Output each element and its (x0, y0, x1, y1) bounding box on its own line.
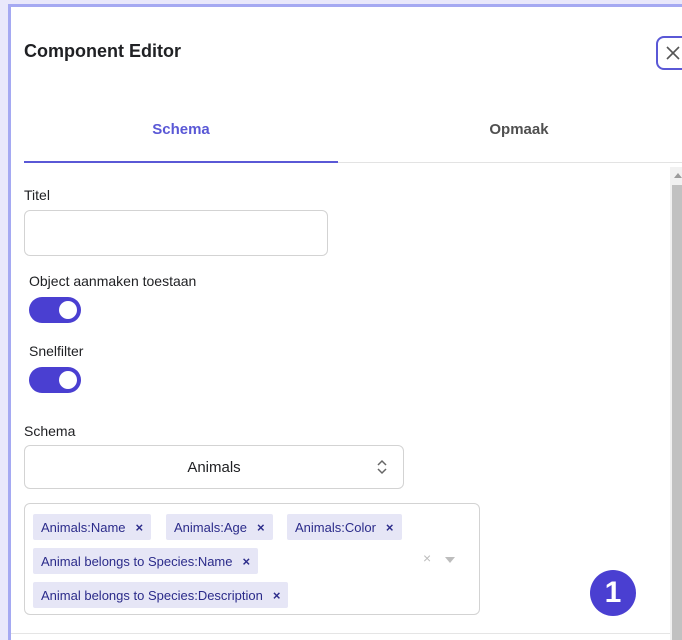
chevron-up-down-icon (377, 459, 387, 475)
dropdown-caret-icon[interactable] (445, 557, 455, 563)
close-icon (666, 46, 680, 60)
dialog-title: Component Editor (24, 41, 181, 61)
remove-chip-icon[interactable]: × (386, 520, 394, 535)
clear-all-icon[interactable]: × (423, 550, 431, 566)
field-chip-label: Animal belongs to Species:Description (41, 587, 263, 603)
scrollbar-thumb[interactable] (672, 185, 682, 640)
field-chip: Animals:Name × (33, 514, 152, 540)
snelfilter-label: Snelfilter (29, 343, 84, 359)
field-chip: Animals:Age × (166, 514, 273, 540)
field-chip: Animal belongs to Species:Name × (33, 548, 259, 574)
snelfilter-toggle[interactable] (29, 367, 81, 393)
toggle-knob (59, 371, 77, 389)
titel-input[interactable] (24, 210, 328, 256)
schema-label: Schema (24, 423, 76, 439)
field-chip: Animals:Color × (287, 514, 402, 540)
close-button[interactable] (656, 36, 682, 70)
field-chip-label: Animals:Name (41, 519, 126, 535)
component-editor-panel: Component Editor Schema Opmaak Titel Obj… (8, 4, 682, 640)
field-chip-label: Animals:Color (295, 519, 376, 535)
tab-bar: Schema Opmaak (24, 111, 682, 163)
field-chip: Animal belongs to Species:Description × (33, 582, 289, 608)
field-chip-label: Animal belongs to Species:Name (41, 553, 233, 569)
remove-chip-icon[interactable]: × (273, 588, 281, 603)
schema-select-value: Animals (187, 458, 241, 476)
schema-select[interactable]: Animals (24, 445, 404, 489)
tab-schema[interactable]: Schema (24, 111, 338, 163)
object-aanmaken-toggle[interactable] (29, 297, 81, 323)
tab-opmaak[interactable]: Opmaak (338, 111, 682, 163)
scroll-up-icon[interactable] (674, 173, 682, 178)
toggle-knob (59, 301, 77, 319)
vertical-scrollbar[interactable] (670, 167, 682, 640)
remove-chip-icon[interactable]: × (257, 520, 265, 535)
remove-chip-icon[interactable]: × (136, 520, 144, 535)
fields-multiselect[interactable]: Animals:Name × Animals:Age × Animals:Col… (24, 503, 480, 615)
field-chip-label: Animals:Age (174, 519, 247, 535)
step-badge: 1 (590, 570, 636, 616)
remove-chip-icon[interactable]: × (243, 554, 251, 569)
object-aanmaken-label: Object aanmaken toestaan (29, 273, 197, 289)
titel-label: Titel (24, 187, 50, 203)
divider (11, 633, 670, 634)
